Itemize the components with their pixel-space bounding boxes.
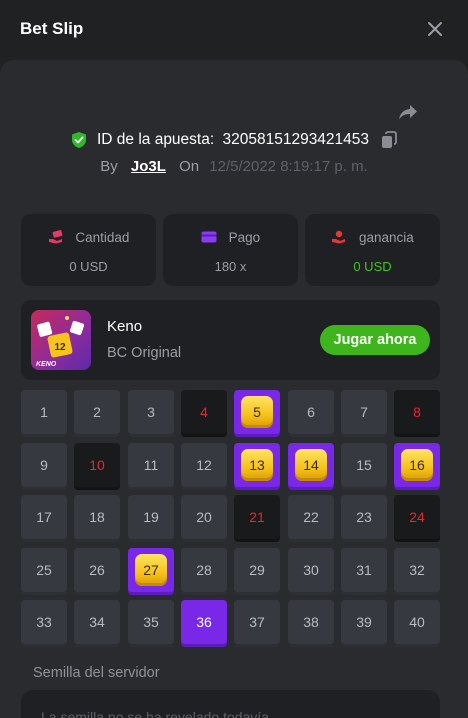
- game-card: 12 KENO Keno BC Original Jugar ahora: [21, 300, 440, 380]
- server-seed-label: Semilla del servidor: [33, 665, 160, 681]
- keno-cell-34: 34: [74, 600, 120, 644]
- keno-cell-18: 18: [74, 495, 120, 539]
- on-label: On: [179, 158, 200, 175]
- thumb-ball-number: 12: [54, 342, 66, 353]
- keno-cell-35: 35: [128, 600, 174, 644]
- keno-grid: 1 2 3 4 5 6 7 8 9 10 11 12 13 14 15 16 17 18 19 20 21 22 23 24 2…: [21, 390, 441, 646]
- keno-cell-3: 3: [128, 390, 174, 434]
- keno-cell-32: 32: [394, 548, 440, 592]
- keno-cell-25: 25: [21, 548, 67, 592]
- dialog-title: Bet Slip: [20, 19, 84, 38]
- keno-cell-40: 40: [394, 600, 440, 644]
- stat-amount-label: Cantidad: [75, 229, 130, 245]
- stat-profit-label: ganancia: [358, 229, 414, 245]
- server-seed-value: La semilla no se ha revelado todavía: [41, 709, 270, 718]
- close-icon[interactable]: [424, 18, 446, 40]
- stat-payout-label: Pago: [228, 229, 261, 245]
- username-link[interactable]: Jo3L: [131, 158, 166, 175]
- keno-cell-4: 4: [181, 390, 227, 434]
- keno-cell-14: 14: [288, 443, 334, 487]
- stat-payout-value: 180 x: [214, 259, 247, 274]
- keno-cell-38: 38: [288, 600, 334, 644]
- keno-cell-6: 6: [288, 390, 334, 434]
- header: Bet Slip: [0, 0, 468, 60]
- keno-cell-7: 7: [341, 390, 387, 434]
- keno-cell-16: 16: [394, 443, 440, 487]
- bet-id-label: ID de la apuesta:: [96, 131, 215, 148]
- bet-id-row: ID de la apuesta: 32058151293421453: [0, 131, 468, 149]
- copy-icon[interactable]: [381, 131, 398, 149]
- game-name: Keno: [107, 318, 143, 335]
- bet-author-row: By Jo3L On 12/5/2022 8:19:17 p. m.: [0, 158, 468, 175]
- profit-hand-icon: [332, 231, 346, 244]
- keno-hit-gem: 27: [135, 554, 167, 586]
- wallet-icon: [201, 231, 217, 243]
- stat-payout: Pago 180 x: [163, 214, 298, 286]
- bet-date: 12/5/2022 8:19:17 p. m.: [209, 158, 368, 175]
- keno-cell-33: 33: [21, 600, 67, 644]
- share-icon[interactable]: [396, 100, 420, 124]
- keno-cell-13: 13: [234, 443, 280, 487]
- keno-cell-31: 31: [341, 548, 387, 592]
- keno-cell-20: 20: [181, 495, 227, 539]
- keno-cell-37: 37: [234, 600, 280, 644]
- server-seed-field: La semilla no se ha revelado todavía: [21, 690, 440, 718]
- keno-cell-15: 15: [341, 443, 387, 487]
- keno-cell-30: 30: [288, 548, 334, 592]
- keno-cell-26: 26: [74, 548, 120, 592]
- bet-stats: Cantidad 0 USD Pago 180 x ganancia 0 USD: [21, 214, 440, 286]
- keno-hit-gem: 13: [241, 449, 273, 481]
- keno-cell-29: 29: [234, 548, 280, 592]
- keno-cell-2: 2: [74, 390, 120, 434]
- keno-cell-10: 10: [74, 443, 120, 487]
- keno-hit-gem: 16: [401, 449, 433, 481]
- keno-hit-gem: 14: [295, 449, 327, 481]
- verified-shield-icon: [71, 132, 86, 148]
- stat-amount-value: 0 USD: [69, 259, 108, 274]
- stat-profit: ganancia 0 USD: [305, 214, 440, 286]
- keno-cell-23: 23: [341, 495, 387, 539]
- keno-cell-8: 8: [394, 390, 440, 434]
- stat-profit-value: 0 USD: [353, 259, 392, 274]
- keno-cell-21: 21: [234, 495, 280, 539]
- keno-cell-5: 5: [234, 390, 280, 434]
- stat-amount: Cantidad 0 USD: [21, 214, 156, 286]
- keno-cell-17: 17: [21, 495, 67, 539]
- keno-cell-12: 12: [181, 443, 227, 487]
- keno-thumbnail[interactable]: 12 KENO: [31, 310, 91, 370]
- keno-cell-28: 28: [181, 548, 227, 592]
- thumb-keno-label: KENO: [36, 361, 57, 368]
- keno-cell-36: 36: [181, 600, 227, 644]
- game-subtitle: BC Original: [107, 345, 182, 361]
- keno-cell-11: 11: [128, 443, 174, 487]
- keno-cell-1: 1: [21, 390, 67, 434]
- keno-cell-19: 19: [128, 495, 174, 539]
- keno-cell-9: 9: [21, 443, 67, 487]
- keno-cell-22: 22: [288, 495, 334, 539]
- by-label: By: [100, 158, 118, 175]
- keno-cell-39: 39: [341, 600, 387, 644]
- play-now-button[interactable]: Jugar ahora: [320, 325, 430, 355]
- bet-id-value: 32058151293421453: [222, 131, 370, 148]
- money-hand-icon: [48, 230, 62, 244]
- keno-cell-27: 27: [128, 548, 174, 592]
- keno-cell-24: 24: [394, 495, 440, 539]
- keno-hit-gem: 5: [241, 396, 273, 428]
